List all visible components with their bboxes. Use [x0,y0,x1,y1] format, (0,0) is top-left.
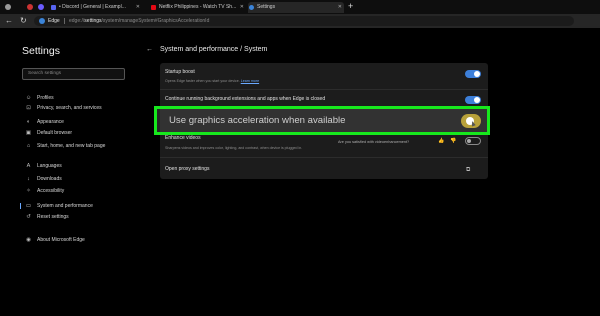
close-icon[interactable]: ✕ [240,2,244,13]
sidebar-item-downloads[interactable]: ↓ Downloads [20,174,132,184]
download-icon: ↓ [27,176,30,182]
window-menu-icon[interactable] [5,4,11,10]
startup-boost-title: Startup boost [165,69,195,75]
background-apps-title: Continue running background extensions a… [165,96,326,102]
new-tab-button[interactable]: + [348,1,353,12]
proxy-settings-title[interactable]: Open proxy settings [165,166,209,173]
sidebar-item-about-microsoft-edge[interactable]: ◉ About Microsoft Edge [20,235,132,245]
startup-boost-toggle[interactable] [465,70,481,78]
back-arrow-icon[interactable]: ← [5,15,13,27]
enhance-videos-subtitle: Sharpens videos and improves color, ligh… [165,146,303,150]
graphics-acceleration-toggle[interactable] [461,114,481,128]
sidebar-item-appearance[interactable]: ◐ Appearance [20,117,132,127]
sidebar-item-accessibility[interactable]: ✧ Accessibility [20,186,132,196]
search-input[interactable]: Search settings [22,68,125,80]
refresh-icon[interactable]: ↻ [20,15,27,27]
sidebar-item-label: Appearance [37,119,64,125]
graphics-acceleration-row[interactable]: Use graphics acceleration when available [154,106,490,135]
tab-netflix[interactable]: Netflix Philippines - Watch TV Sh... ✕ [150,2,246,13]
divider [160,157,488,158]
sidebar-item-system-and-performance[interactable]: ▭ System and performance [20,201,132,211]
url-text[interactable]: edge://settings/system/manageSystem#Grap… [69,16,209,26]
sidebar-item-label: Default browser [37,130,73,136]
url-scheme: edge:// [69,18,85,24]
tab-favicon-2[interactable] [38,4,44,10]
sidebar-item-languages[interactable]: A Languages [20,161,132,171]
system-icon: ▭ [25,203,32,209]
tab-label: • Discord | General | Exampl... [59,4,126,10]
netflix-icon [151,5,156,10]
sidebar-item-label: Accessibility [37,188,65,194]
sidebar-item-label: Downloads [37,176,62,182]
settings-gear-icon [249,5,254,10]
feedback-text: Are you satisfied with videoenhancement? [338,140,410,144]
tab-label: Netflix Philippines - Watch TV Sh... [159,4,237,10]
url-host: settings [84,18,102,24]
enhance-videos-title: Enhance videos [165,135,201,141]
sidebar-item-profiles[interactable]: ☺ Profiles [20,93,132,103]
sidebar-item-label: Start, home, and new tab page [37,143,106,149]
search-placeholder: Search settings [28,71,62,76]
close-icon[interactable]: ✕ [136,2,140,13]
discord-icon [51,5,56,10]
sidebar-item-label: System and performance [37,203,93,209]
reset-icon: ↺ [26,214,31,220]
section-title: System and performance / System [160,46,268,53]
sidebar-item-privacy-search-and-services[interactable]: ⊡ Privacy, search, and services [20,103,132,113]
edge-logo-icon [39,18,45,24]
back-arrow-icon[interactable]: ← [146,45,153,55]
background-apps-toggle[interactable] [465,96,481,104]
mouse-cursor-icon [470,120,476,127]
page-title: Settings [22,45,60,57]
divider [160,89,488,90]
sidebar-item-label: Languages [37,163,62,169]
divider [64,18,65,24]
lock-icon: ⊡ [26,105,31,111]
edge-logo-icon: ◉ [26,237,31,243]
sidebar-item-label: Profiles [37,95,54,101]
person-icon: ☺ [25,95,32,101]
tab-label: Settings [257,4,276,10]
sidebar-item-start-home-and-new-tab-page[interactable]: ⌂ Start, home, and new tab page [20,141,132,151]
url-path: /system/manageSystem#GraphicsAcceleratio… [101,18,210,24]
sidebar-item-default-browser[interactable]: ▣ Default browser [20,128,132,138]
browser-window: • Discord | General | Exampl... ✕ Netfli… [0,0,600,316]
startup-boost-subtitle: Opens Edge faster when you start your de… [165,78,259,84]
sidebar-item-reset-settings[interactable]: ↺ Reset settings [20,212,132,222]
tab-strip: • Discord | General | Exampl... ✕ Netfli… [0,0,600,14]
startup-boost-description: Opens Edge faster when you start your de… [165,79,240,83]
toolbar: ← ↻ Edge edge://settings/system/manageSy… [0,14,600,28]
browser-icon: ▣ [25,130,32,136]
toggle-knob [467,139,471,143]
sidebar-item-label: Reset settings [37,214,69,220]
language-icon: A [26,163,31,169]
address-bar[interactable]: Edge edge://settings/system/manageSystem… [34,16,574,26]
thumbs-up-icon[interactable]: 👍 [438,138,444,145]
toggle-knob [474,71,480,77]
graphics-acceleration-title: Use graphics acceleration when available [169,115,346,126]
close-icon[interactable]: ✕ [338,2,342,13]
sidebar-item-label: Privacy, search, and services [37,105,102,111]
browser-label: Edge [48,18,60,24]
enhance-videos-toggle[interactable] [465,137,481,145]
learn-more-link[interactable]: Learn more [241,79,259,83]
home-icon: ⌂ [26,143,31,149]
thumbs-down-icon[interactable]: 👎 [450,138,456,145]
tab-discord[interactable]: • Discord | General | Exampl... ✕ [50,2,142,13]
accessibility-icon: ✧ [26,188,31,194]
sidebar-item-label: About Microsoft Edge [37,237,85,243]
external-link-icon[interactable]: ⧉ [466,167,470,174]
tab-favicon-1[interactable] [27,4,33,10]
palette-icon: ◐ [26,119,31,125]
tab-settings[interactable]: Settings ✕ [248,2,344,13]
toggle-knob [474,97,480,103]
